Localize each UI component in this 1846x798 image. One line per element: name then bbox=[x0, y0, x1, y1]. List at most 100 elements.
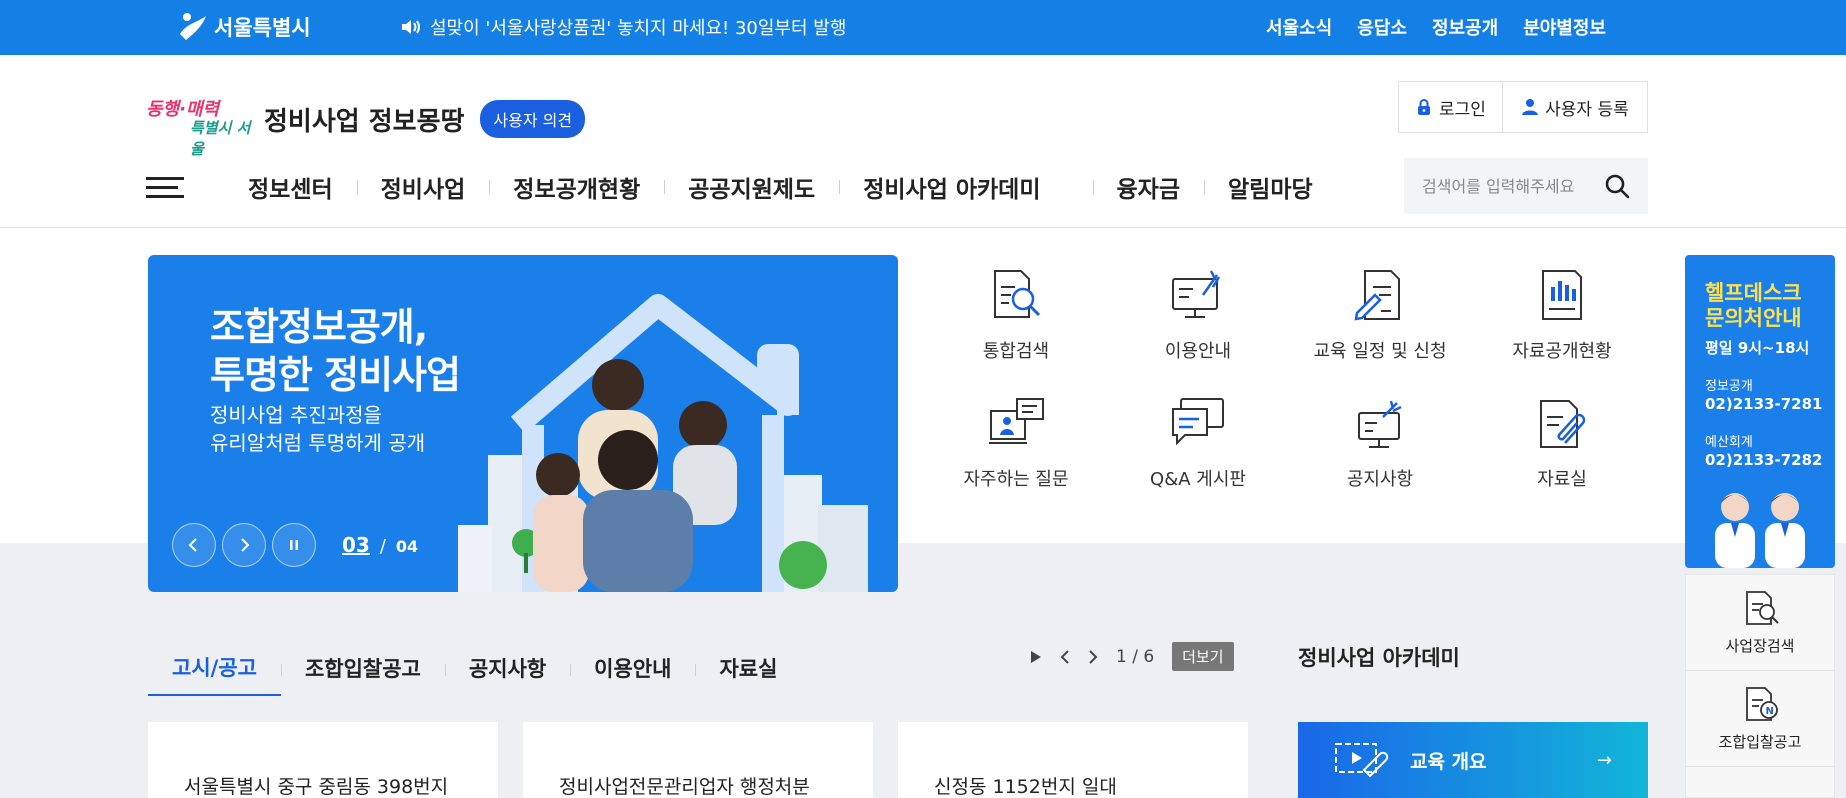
login-label: 로그인 bbox=[1439, 99, 1486, 120]
nav-info-center[interactable]: 정보센터 bbox=[224, 170, 357, 204]
quick-menu: 통합검색 이용안내 교육 일정 및 신청 자료공개현황 자주하는 질문 Q&A … bbox=[925, 265, 1655, 491]
play-icon[interactable] bbox=[1030, 650, 1042, 664]
nav-disclosure-status[interactable]: 정보공개현황 bbox=[489, 170, 664, 204]
helpdesk-info-label: 정보공개 bbox=[1705, 379, 1753, 394]
util-link-info-disclosure[interactable]: 정보공개 bbox=[1432, 14, 1498, 40]
chevron-left-icon[interactable] bbox=[1060, 649, 1070, 664]
banner-next-button[interactable] bbox=[222, 523, 266, 567]
banner-current-slide: 03 bbox=[342, 533, 370, 557]
utility-links: 서울소식 응답소 정보공개 분야별정보 bbox=[1266, 14, 1606, 40]
nav-public-support[interactable]: 공공지원제도 bbox=[664, 170, 839, 204]
banner-headline-line-2: 투명한 정비사업 bbox=[210, 353, 461, 397]
speaker-icon bbox=[402, 20, 420, 34]
quick-faq[interactable]: 자주하는 질문 bbox=[925, 393, 1107, 491]
helpdesk-staff-illustration bbox=[1715, 493, 1805, 568]
quick-integrated-search[interactable]: 통합검색 bbox=[925, 265, 1107, 363]
banner-pager: 03 / 04 bbox=[342, 533, 418, 557]
board-controls: 1 / 6 더보기 bbox=[1030, 642, 1234, 671]
user-icon bbox=[1522, 99, 1539, 115]
chevron-right-icon[interactable] bbox=[1088, 649, 1098, 664]
top-notice[interactable]: 설맞이 '서울사랑상품권' 놓치지 마세요! 30일부터 발행 bbox=[400, 14, 846, 40]
banner-headline-line-1: 조합정보공개, bbox=[210, 305, 428, 349]
quick-label: 통합검색 bbox=[982, 341, 1050, 362]
nav-redevelopment[interactable]: 정비사업 bbox=[356, 170, 490, 204]
login-button[interactable]: 로그인 bbox=[1399, 82, 1502, 132]
banner-sub-line-1: 정비사업 추진과정을 bbox=[210, 403, 382, 427]
tab-notice[interactable]: 공지사항 bbox=[444, 640, 570, 696]
helpdesk-panel[interactable]: 헬프데스크 문의처안내 평일 9시~18시 정보공개 02)2133-7281 … bbox=[1685, 255, 1835, 568]
nav-notice-board[interactable]: 알림마당 bbox=[1204, 170, 1337, 204]
chevron-right-icon bbox=[241, 538, 250, 552]
quick-disclosure-status[interactable]: 자료공개현황 bbox=[1471, 265, 1653, 363]
edit-document-icon bbox=[1354, 270, 1400, 321]
nav-academy[interactable]: 정비사업 아카데미 bbox=[839, 170, 1064, 204]
util-link-seoul-news[interactable]: 서울소식 bbox=[1266, 14, 1332, 40]
helpdesk-budget-number: 02)2133-7282 bbox=[1705, 451, 1823, 469]
menu-icon[interactable] bbox=[146, 175, 184, 199]
quick-archive[interactable]: 자료실 bbox=[1471, 393, 1653, 491]
tab-announcement[interactable]: 고시/공고 bbox=[148, 640, 281, 696]
helpdesk-title-line-2: 문의처안내 bbox=[1705, 306, 1802, 330]
helpdesk-budget-label: 예산회계 bbox=[1705, 435, 1753, 450]
banner-controls: 03 / 04 bbox=[172, 523, 418, 567]
search-icon[interactable] bbox=[1604, 173, 1630, 199]
seoul-slogan-logo: 동행·매력 특별시 서울 bbox=[146, 95, 254, 158]
tab-user-guide[interactable]: 이용안내 bbox=[570, 640, 695, 696]
chevron-left-icon bbox=[188, 538, 197, 552]
banner-family-house-illustration bbox=[458, 294, 868, 592]
helpdesk-title-line-1: 헬프데스크 bbox=[1705, 281, 1802, 305]
quick-qna-board[interactable]: Q&A 게시판 bbox=[1107, 393, 1289, 491]
register-button[interactable]: 사용자 등록 bbox=[1501, 82, 1647, 132]
seoul-logo-text: 서울특별시 bbox=[214, 16, 311, 40]
board-cards: 서울특별시 중구 중림동 398번지 정비사업전문관리업자 행정처분 신정동 1… bbox=[148, 722, 1248, 798]
side-bid-notice[interactable]: N 조합입찰공고 bbox=[1686, 671, 1834, 767]
register-label: 사용자 등록 bbox=[1545, 99, 1629, 120]
tab-union-bid[interactable]: 조합입찰공고 bbox=[280, 640, 445, 696]
academy-section-title: 정비사업 아카데미 bbox=[1298, 646, 1460, 670]
seoul-symbol-icon bbox=[180, 13, 206, 40]
quick-label: Q&A 게시판 bbox=[1150, 469, 1246, 490]
site-title: 정비사업 정보몽땅 bbox=[264, 106, 465, 137]
util-link-eungdapso[interactable]: 응답소 bbox=[1357, 14, 1407, 40]
user-opinion-button[interactable]: 사용자 의견 bbox=[480, 100, 586, 138]
auth-links: 로그인 사용자 등록 bbox=[1398, 81, 1648, 133]
gnb-menu: 정보센터 정비사업 정보공개현황 공공지원제도 정비사업 아카데미 융자금 알림… bbox=[224, 170, 1337, 204]
nav-loan[interactable]: 융자금 bbox=[1092, 170, 1204, 204]
site-header: 동행·매력 특별시 서울 정비사업 정보몽땅 사용자 의견 로그인 사용자 등록… bbox=[0, 55, 1846, 228]
chart-document-icon bbox=[1542, 270, 1582, 320]
util-link-field-info[interactable]: 분야별정보 bbox=[1523, 14, 1606, 40]
search-box bbox=[1404, 158, 1648, 214]
tab-archive[interactable]: 자료실 bbox=[695, 640, 801, 696]
top-bar: 서울특별시 설맞이 '서울사랑상품권' 놓치지 마세요! 30일부터 발행 서울… bbox=[0, 0, 1846, 55]
main-banner[interactable]: 조합정보공개, 투명한 정비사업 정비사업 추진과정을 유리알처럼 투명하게 공… bbox=[148, 255, 898, 592]
quick-label: 교육 일정 및 신청 bbox=[1313, 341, 1447, 362]
side-quick-label: 사업장검색 bbox=[1725, 637, 1795, 655]
svg-text:N: N bbox=[1766, 706, 1774, 717]
board-card[interactable]: 서울특별시 중구 중림동 398번지 bbox=[148, 722, 498, 798]
helpdesk-title: 헬프데스크 문의처안내 bbox=[1705, 281, 1802, 331]
banner-pause-button[interactable] bbox=[272, 523, 316, 567]
brand[interactable]: 동행·매력 특별시 서울 정비사업 정보몽땅 사용자 의견 bbox=[146, 95, 586, 158]
banner-headline: 조합정보공개, 투명한 정비사업 bbox=[210, 303, 461, 399]
more-button[interactable]: 더보기 bbox=[1172, 642, 1234, 671]
side-site-search[interactable]: 사업장검색 bbox=[1686, 575, 1834, 671]
banner-prev-button[interactable] bbox=[172, 523, 216, 567]
pause-icon bbox=[290, 540, 298, 550]
bid-notice-icon: N bbox=[1746, 687, 1778, 721]
seoul-city-logo[interactable]: 서울특별시 bbox=[176, 10, 311, 44]
helpdesk-hours: 평일 9시~18시 bbox=[1705, 339, 1810, 357]
quick-education-schedule[interactable]: 교육 일정 및 신청 bbox=[1289, 265, 1471, 363]
slogan-line-2: 특별시 서울 bbox=[190, 119, 251, 158]
quick-label: 자주하는 질문 bbox=[963, 469, 1069, 490]
board-card[interactable]: 신정동 1152번지 일대 bbox=[898, 722, 1248, 798]
announcement-icon bbox=[1358, 400, 1402, 448]
board-card[interactable]: 정비사업전문관리업자 행정처분 bbox=[523, 722, 873, 798]
main-navigation: 정보센터 정비사업 정보공개현황 공공지원제도 정비사업 아카데미 융자금 알림… bbox=[146, 165, 1337, 209]
search-input[interactable] bbox=[1422, 176, 1602, 196]
banner-total-slides: 04 bbox=[395, 537, 419, 556]
quick-user-guide[interactable]: 이용안내 bbox=[1107, 265, 1289, 363]
quick-notice[interactable]: 공지사항 bbox=[1289, 393, 1471, 491]
academy-overview-card[interactable]: 교육 개요 → bbox=[1298, 722, 1648, 798]
video-lecture-icon bbox=[1335, 743, 1389, 778]
attachment-document-icon bbox=[1540, 400, 1586, 448]
